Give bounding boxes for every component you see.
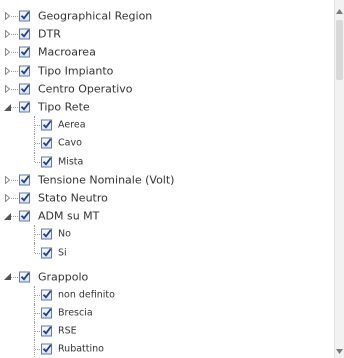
triangle-right-icon[interactable] <box>3 84 11 93</box>
tree-node-label: Stato Neutro <box>38 191 108 205</box>
tree-child-node[interactable]: Si <box>0 243 332 261</box>
tree-guide-line <box>34 152 35 162</box>
triangle-right-icon[interactable] <box>3 30 11 39</box>
triangle-right-icon[interactable] <box>3 66 11 75</box>
tree-connector <box>11 16 18 18</box>
tree-node[interactable]: Stato Neutro <box>0 189 332 207</box>
tree-node[interactable]: DTR <box>0 25 332 43</box>
tree-connector <box>11 197 18 199</box>
triangle-down-icon[interactable] <box>3 103 11 111</box>
tree-node-label: Si <box>58 247 67 259</box>
tree-node-label: ADM su MT <box>38 209 100 223</box>
tree-connector <box>35 234 40 236</box>
tree-connector <box>11 88 18 90</box>
tree-connector <box>35 349 40 351</box>
tree-node-label: DTR <box>38 27 61 41</box>
tree-node-label: Mista <box>58 156 84 168</box>
tree-node-label: Geographical Region <box>38 9 153 23</box>
tree-connector <box>11 216 18 218</box>
tree-child-node[interactable]: Cavo <box>0 134 332 153</box>
scrollbar-thumb[interactable] <box>336 20 343 80</box>
checkbox[interactable] <box>19 65 30 77</box>
tree-connector <box>35 313 40 315</box>
checkbox[interactable] <box>41 137 52 149</box>
triangle-down-icon[interactable] <box>3 212 11 220</box>
tree-guide-line <box>34 243 35 253</box>
triangle-right-icon[interactable] <box>3 48 11 57</box>
checkbox[interactable] <box>41 343 52 355</box>
triangle-right-icon[interactable] <box>3 12 11 21</box>
tree-child-node[interactable]: RSE <box>0 322 332 341</box>
checkbox[interactable] <box>19 271 30 283</box>
tree-node[interactable]: Macroarea <box>0 43 332 61</box>
tree-node-label: Rubattino <box>58 343 104 355</box>
tree-node-label: Cavo <box>58 137 82 149</box>
tree-node[interactable]: Centro Operativo <box>0 80 332 98</box>
tree-node[interactable]: Tipo Impianto <box>0 62 332 80</box>
tree-node-label: Macroarea <box>38 45 96 59</box>
tree-node-label: non definito <box>58 289 115 301</box>
checkbox[interactable] <box>19 10 30 22</box>
tree-node-label: Tipo Rete <box>38 100 90 114</box>
tree-connector <box>35 143 40 145</box>
vertical-scrollbar[interactable] <box>334 0 344 358</box>
tree-connector <box>11 107 18 109</box>
checkbox[interactable] <box>19 46 30 58</box>
checkbox[interactable] <box>19 101 30 113</box>
checkbox[interactable] <box>41 307 52 319</box>
tree-child-node[interactable]: Aerea <box>0 116 332 135</box>
filter-tree: Geographical Region DTR Macroarea Tipo Impi… <box>0 7 332 358</box>
checkbox[interactable] <box>41 156 52 168</box>
tree-connector <box>11 276 18 278</box>
tree-node[interactable]: Tipo Rete <box>0 98 332 116</box>
tree-node[interactable]: Grappolo <box>0 268 332 286</box>
tree-node-label: Brescia <box>58 307 93 319</box>
tree-node-label: Aerea <box>58 119 86 131</box>
checkbox[interactable] <box>41 325 52 337</box>
tree-connector <box>11 70 18 72</box>
filter-tree-panel: Geographical Region DTR Macroarea Tipo Impi… <box>0 0 344 358</box>
checkbox[interactable] <box>19 28 30 40</box>
tree-child-node[interactable]: Mista <box>0 152 332 171</box>
tree-node-label: Centro Operativo <box>38 82 133 96</box>
tree-connector <box>11 34 18 36</box>
scroll-down-icon[interactable] <box>335 346 344 356</box>
tree-node-label: No <box>58 228 71 240</box>
checkbox[interactable] <box>19 83 30 95</box>
triangle-down-icon[interactable] <box>3 273 11 281</box>
tree-connector <box>35 252 40 254</box>
triangle-right-icon[interactable] <box>3 193 11 202</box>
tree-connector <box>11 179 18 181</box>
tree-node[interactable]: Tensione Nominale (Volt) <box>0 171 332 189</box>
tree-child-node[interactable]: Brescia <box>0 304 332 323</box>
checkbox[interactable] <box>19 210 30 222</box>
checkbox[interactable] <box>41 247 52 259</box>
tree-child-node[interactable]: No <box>0 225 332 244</box>
checkbox[interactable] <box>19 192 30 204</box>
checkbox[interactable] <box>19 174 30 186</box>
checkbox[interactable] <box>41 119 52 131</box>
checkbox[interactable] <box>41 289 52 301</box>
checkbox[interactable] <box>41 228 52 240</box>
tree-node-label: Grappolo <box>38 270 89 284</box>
tree-connector <box>35 161 40 163</box>
tree-connector <box>35 294 40 296</box>
tree-node[interactable]: ADM su MT <box>0 207 332 225</box>
scroll-up-icon[interactable] <box>335 6 344 16</box>
tree-connector <box>35 125 40 127</box>
tree-child-node[interactable]: Rubattino <box>0 340 332 358</box>
tree-node-label: RSE <box>58 325 77 337</box>
tree-node[interactable]: Geographical Region <box>0 7 332 25</box>
tree-connector <box>11 52 18 54</box>
tree-node-label: Tipo Impianto <box>38 64 114 78</box>
tree-child-node[interactable]: non definito <box>0 285 332 304</box>
tree-node-label: Tensione Nominale (Volt) <box>38 173 175 187</box>
tree-connector <box>35 331 40 333</box>
triangle-right-icon[interactable] <box>3 175 11 184</box>
